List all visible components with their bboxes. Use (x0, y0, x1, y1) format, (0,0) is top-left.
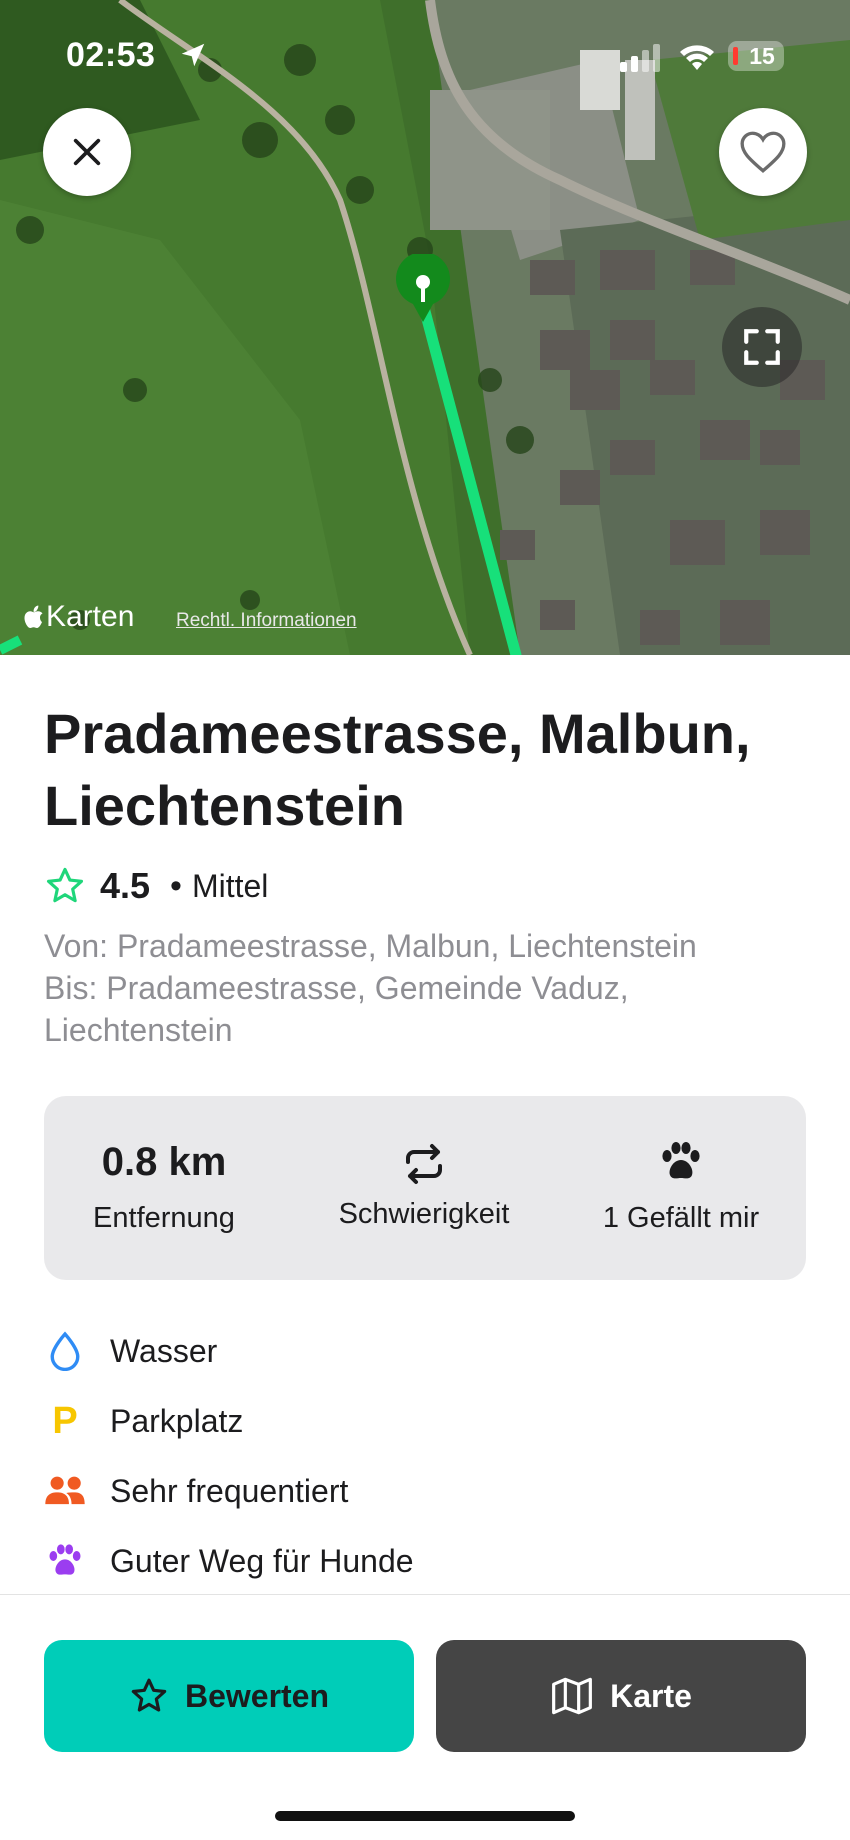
maps-credit-text: Karten (46, 600, 135, 633)
rate-button-label: Bewerten (184, 1677, 330, 1714)
feature-dogs: Guter Weg für Hunde (44, 1526, 824, 1596)
battery-level-bar (733, 47, 738, 65)
difficulty-label: Schwierigkeit (338, 1198, 510, 1230)
people-icon (44, 1470, 86, 1512)
wifi-icon (680, 45, 714, 70)
home-indicator[interactable] (275, 1811, 575, 1821)
feature-parking: P Parkplatz (44, 1386, 824, 1456)
rate-button[interactable]: Bewerten (44, 1640, 414, 1752)
distance-label: Entfernung (93, 1202, 235, 1234)
feature-label: Parkplatz (110, 1402, 244, 1439)
stat-distance: 0.8 km Entfernung (44, 1096, 284, 1280)
rating-row: 4.5 • Mittel (44, 862, 268, 910)
start-pin-icon (396, 254, 450, 322)
water-drop-icon (44, 1330, 86, 1372)
map-button-label: Karte (610, 1677, 692, 1714)
apple-logo-icon (24, 605, 43, 628)
fullscreen-icon (744, 329, 780, 365)
map-button[interactable]: Karte (436, 1640, 806, 1752)
trail-title: Pradameestrasse, Malbun, Liechtenstein (44, 702, 751, 837)
star-icon (46, 867, 84, 903)
stats-panel: 0.8 km Entfernung Schwierigkeit 1 Gefäll… (44, 1096, 806, 1280)
legal-info-link[interactable]: Rechtl. Informationen (176, 610, 357, 632)
feature-label: Guter Weg für Hunde (110, 1542, 414, 1579)
paw-icon (44, 1540, 86, 1582)
location-arrow-icon (181, 43, 205, 67)
stat-difficulty: Schwierigkeit (304, 1096, 544, 1280)
route-endpoints: Von: Pradameestrasse, Malbun, Liechtenst… (44, 925, 824, 1051)
route-to: Bis: Pradameestrasse, Gemeinde Vaduz, Li… (44, 970, 629, 1048)
parking-icon: P (52, 1399, 78, 1442)
star-outline-icon (129, 1676, 169, 1716)
expand-map-button[interactable] (722, 307, 802, 387)
paw-icon (662, 1142, 700, 1179)
battery-indicator: 15 (728, 41, 784, 71)
maps-attribution: Karten (22, 600, 134, 634)
battery-percentage: 15 (749, 42, 775, 69)
features-list: Wasser P Parkplatz Sehr frequentiert Gut… (44, 1316, 824, 1596)
likes-label: 1 Gefällt mir (602, 1202, 760, 1234)
separator-dot: • (170, 866, 182, 905)
favorite-button[interactable] (719, 108, 807, 196)
status-bar: 02:53 15 (0, 0, 850, 110)
rating-value: 4.5 (100, 865, 151, 906)
heart-icon (740, 131, 786, 173)
feature-water: Wasser (44, 1316, 824, 1386)
divider (0, 1594, 850, 1595)
feature-label: Wasser (110, 1332, 218, 1369)
map-icon (550, 1676, 594, 1716)
close-button[interactable] (43, 108, 131, 196)
repeat-icon (406, 1144, 442, 1184)
map-view[interactable]: 02:53 15 Karten Rechtl. Informationen (0, 0, 850, 655)
stat-likes: 1 Gefällt mir (556, 1096, 806, 1280)
cellular-signal-icon (620, 44, 660, 72)
status-time: 02:53 (66, 36, 156, 74)
feature-crowded: Sehr frequentiert (44, 1456, 824, 1526)
route-from: Von: Pradameestrasse, Malbun, Liechtenst… (44, 928, 697, 964)
distance-value: 0.8 km (101, 1140, 227, 1184)
close-icon (73, 138, 101, 166)
difficulty-text: Mittel (191, 867, 269, 904)
feature-label: Sehr frequentiert (110, 1472, 349, 1509)
